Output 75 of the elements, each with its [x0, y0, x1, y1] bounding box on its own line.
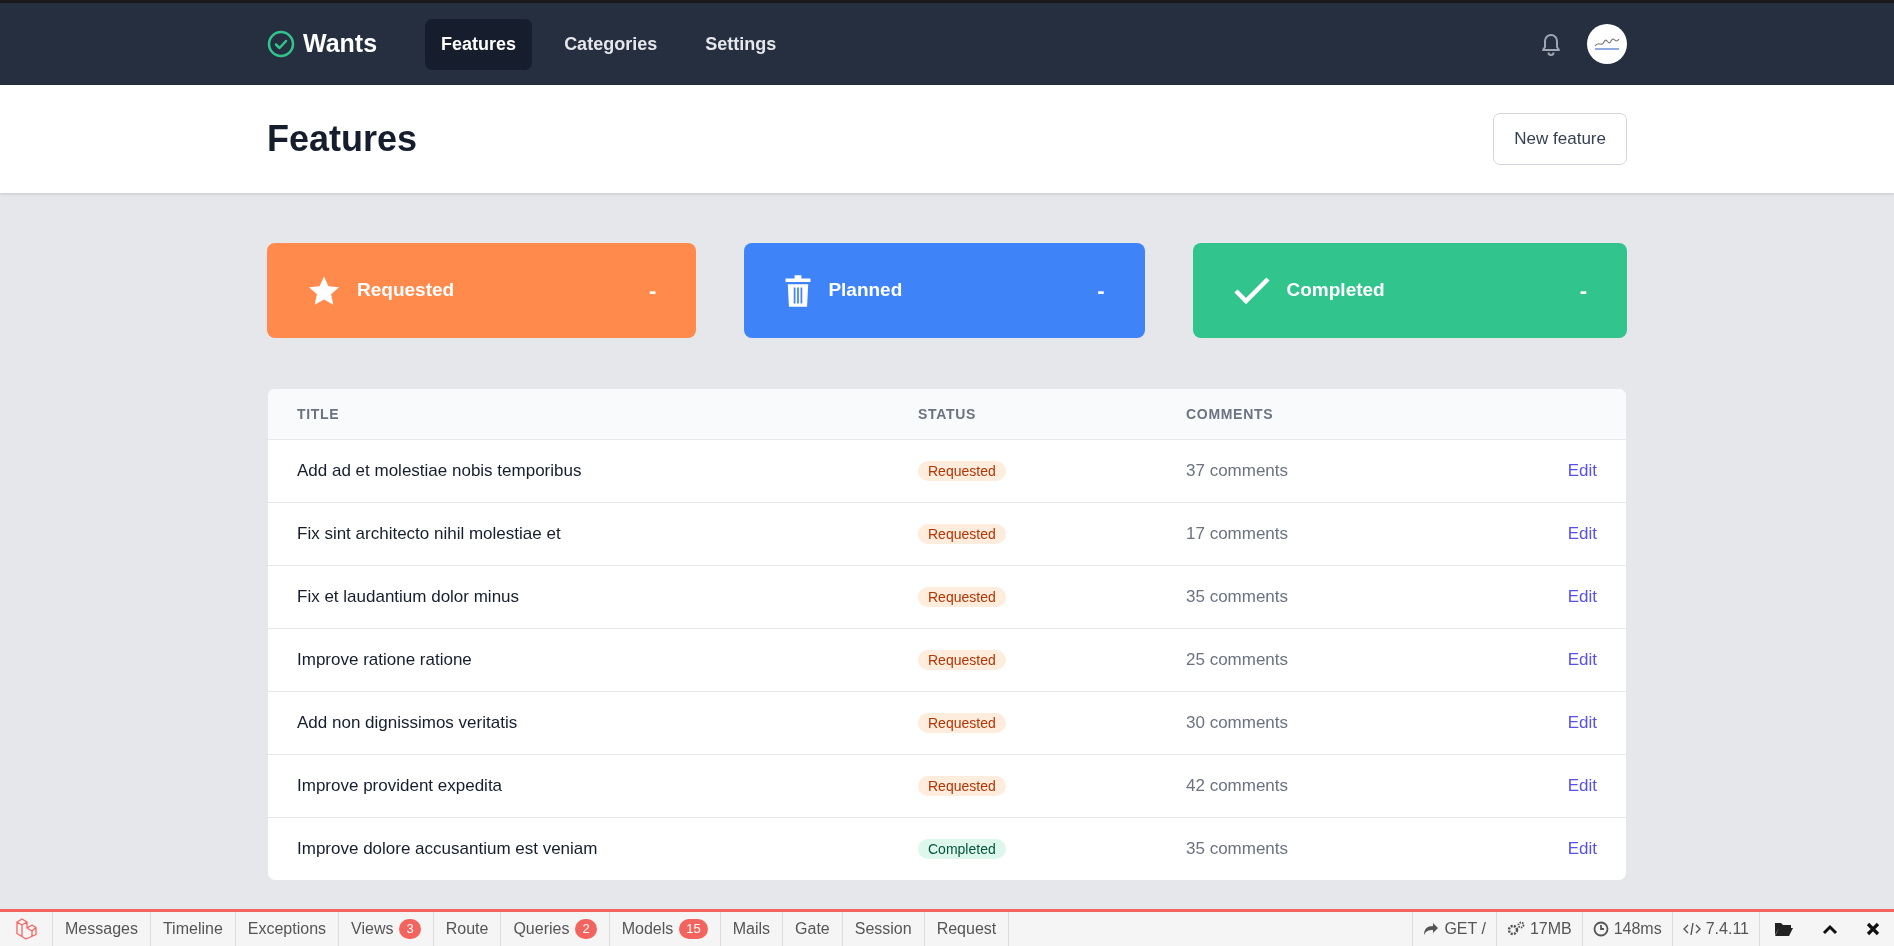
- nav-tab[interactable]: Settings: [689, 18, 793, 70]
- comment-count: 35 comments: [1186, 838, 1289, 861]
- feature-title: Improve ratione ratione: [297, 650, 472, 670]
- edit-link[interactable]: Edit: [1567, 710, 1597, 736]
- debug-tab[interactable]: Route: [433, 912, 502, 946]
- status-pill: Requested: [918, 713, 1006, 734]
- comment-count: 35 comments: [1186, 586, 1289, 609]
- comment-count: 30 comments: [1186, 712, 1289, 735]
- count-badge: 2: [575, 919, 597, 939]
- column-header: STATUS: [918, 404, 978, 424]
- debug-tab[interactable]: Queries 2: [501, 912, 610, 946]
- stat-value: -: [1097, 277, 1105, 305]
- clock-icon: [1592, 921, 1609, 937]
- debug-tab[interactable]: Mails: [720, 912, 784, 946]
- status-pill: Requested: [918, 524, 1006, 545]
- column-header: COMMENTS: [1186, 404, 1275, 424]
- comment-count: 37 comments: [1186, 460, 1289, 483]
- comment-count: 17 comments: [1186, 523, 1289, 546]
- status-pill: Requested: [918, 587, 1006, 608]
- avatar[interactable]: [1587, 24, 1627, 64]
- debug-info: 148ms: [1613, 919, 1662, 939]
- checkmark-icon: [1232, 275, 1271, 306]
- debug-tab[interactable]: Exceptions: [235, 912, 340, 946]
- debug-info: 17MB: [1529, 919, 1572, 939]
- feature-title: Add ad et molestiae nobis temporibus: [297, 461, 582, 481]
- count-badge: 3: [399, 919, 421, 939]
- edit-link[interactable]: Edit: [1567, 521, 1597, 547]
- brand-name[interactable]: Wants: [303, 25, 378, 63]
- stat-label: Planned: [828, 278, 903, 303]
- edit-link[interactable]: Edit: [1567, 647, 1597, 673]
- stat-value: -: [1579, 277, 1587, 305]
- debug-tab[interactable]: Timeline: [150, 912, 236, 946]
- status-pill: Requested: [918, 461, 1006, 482]
- bell-icon[interactable]: [1539, 31, 1563, 57]
- edit-link[interactable]: Edit: [1567, 458, 1597, 484]
- debug-info: GET /: [1444, 919, 1486, 939]
- new-feature-button[interactable]: New feature: [1493, 113, 1627, 165]
- comment-count: 42 comments: [1186, 775, 1289, 798]
- share-arrow-icon: [1423, 922, 1440, 936]
- status-pill: Completed: [918, 839, 1006, 860]
- page-title: Features: [267, 117, 418, 161]
- feature-title: Add non dignissimos veritatis: [297, 713, 518, 733]
- nav-tab[interactable]: Categories: [548, 18, 674, 70]
- close-icon[interactable]: [1866, 922, 1880, 936]
- debug-tab[interactable]: Messages: [53, 912, 151, 946]
- folder-icon[interactable]: [1774, 921, 1794, 937]
- feature-title: Fix et laudantium dolor minus: [297, 587, 520, 607]
- nav-tab[interactable]: Features: [425, 18, 533, 70]
- debug-tab[interactable]: Models 15: [609, 912, 721, 946]
- stat-label: Requested: [357, 278, 455, 303]
- count-badge: 15: [679, 919, 708, 939]
- debug-tab[interactable]: Gate: [783, 912, 843, 946]
- feature-title: Improve provident expedita: [297, 776, 503, 796]
- feature-title: Improve dolore accusantium est veniam: [297, 839, 598, 859]
- cube-logo-icon[interactable]: [14, 917, 38, 941]
- stat-label: Completed: [1286, 278, 1385, 303]
- edit-link[interactable]: Edit: [1567, 584, 1597, 610]
- debug-tab[interactable]: Request: [924, 912, 1010, 946]
- trash-icon: [784, 273, 813, 308]
- comment-count: 25 comments: [1186, 649, 1289, 672]
- gears-icon: [1506, 921, 1525, 937]
- edit-link[interactable]: Edit: [1567, 836, 1597, 862]
- feature-title: Fix sint architecto nihil molestiae et: [297, 524, 561, 544]
- debug-info: 7.4.11: [1705, 919, 1749, 939]
- status-pill: Requested: [918, 776, 1006, 797]
- column-header: TITLE: [296, 404, 341, 424]
- stat-value: -: [649, 277, 657, 305]
- star-icon: [307, 274, 341, 307]
- edit-link[interactable]: Edit: [1567, 773, 1597, 799]
- check-circle-icon: [267, 30, 295, 58]
- chevron-up-icon[interactable]: [1822, 923, 1838, 935]
- debug-tab[interactable]: Views 3: [339, 912, 434, 946]
- debug-tab[interactable]: Session: [842, 912, 925, 946]
- code-icon: [1682, 922, 1701, 936]
- status-pill: Requested: [918, 650, 1006, 671]
